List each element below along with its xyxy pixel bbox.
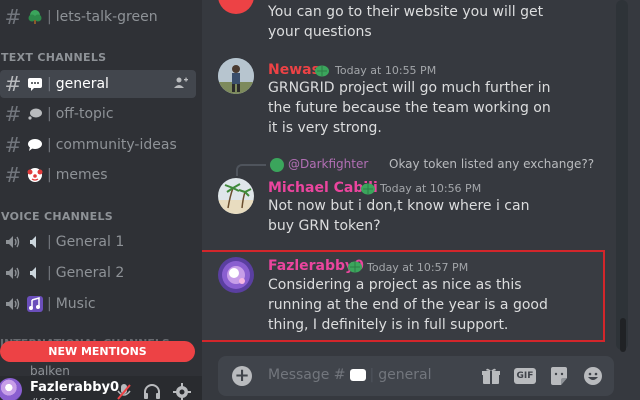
headphones-icon[interactable] (142, 382, 162, 400)
message-author[interactable]: Newas (268, 62, 320, 78)
voice-channel-music[interactable]: | Music (0, 290, 196, 318)
message-content: Considering a project as nice as this ru… (268, 277, 548, 333)
channel-lets-talk-green[interactable]: # | lets-talk-green (0, 3, 196, 31)
channel-label: Music (55, 296, 96, 312)
add-member-icon[interactable] (174, 77, 188, 92)
emoji-icon[interactable] (582, 366, 604, 386)
music-notes-icon (26, 295, 44, 313)
hash-icon: # (4, 163, 22, 187)
new-mentions-button[interactable]: NEW MENTIONS (0, 341, 195, 362)
speaker-muted-icon (26, 233, 44, 251)
message-input[interactable]: Message # | general (268, 367, 431, 383)
attach-plus-icon[interactable]: + (232, 366, 252, 386)
channel-label: general (55, 76, 109, 92)
speech-bubble-icon (26, 75, 44, 93)
speaker-icon (0, 297, 26, 311)
reply-mention[interactable]: @Darkfighter (288, 157, 368, 171)
message-avatar[interactable] (218, 257, 254, 293)
channel-label: General 1 (55, 234, 125, 250)
channel-general[interactable]: # | general (0, 70, 196, 98)
chat-scrollbar-track[interactable] (616, 0, 628, 350)
discord-logo-icon (270, 158, 284, 172)
message-content: You can go to their website you will get… (268, 4, 544, 40)
channel-label: lets-talk-green (55, 9, 158, 25)
gif-button[interactable]: GIF (514, 366, 536, 386)
speaker-icon (0, 235, 26, 249)
hash-icon: # (4, 133, 22, 157)
voice-channel-general-1[interactable]: | General 1 (0, 228, 196, 256)
tree-icon (26, 8, 44, 26)
hash-icon: # (4, 102, 22, 126)
user-tag: #8495 (30, 396, 67, 400)
sticker-icon[interactable] (548, 366, 570, 386)
turtle-badge-icon (347, 258, 363, 273)
thought-bubble-icon (26, 105, 44, 123)
voice-channel-general-2[interactable]: | General 2 (0, 259, 196, 287)
message-content: Not now but i don,t know where i can buy… (268, 198, 530, 234)
speech-bubble-icon (26, 136, 44, 154)
channel-label: memes (55, 167, 108, 183)
message-timestamp: Today at 10:57 PM (367, 261, 469, 274)
turtle-badge-icon (314, 62, 330, 77)
gear-icon[interactable] (172, 382, 192, 400)
channel-memes[interactable]: # | memes (0, 161, 196, 189)
clown-face-icon (26, 166, 44, 184)
channel-sidebar: # | lets-talk-green TEXT CHANNELS # | ge… (0, 0, 202, 400)
reply-preview[interactable]: Okay token listed any exchange?? (389, 157, 594, 171)
username[interactable]: Fazlerabby0 (30, 380, 119, 395)
placeholder-channel: general (378, 367, 432, 383)
message-avatar[interactable] (218, 0, 254, 14)
hash-icon: # (4, 72, 22, 96)
chat-pane: You can go to their website you will get… (202, 0, 626, 400)
user-avatar[interactable] (0, 378, 22, 400)
channel-label: off-topic (55, 106, 114, 122)
speaker-icon (0, 266, 26, 280)
channel-community-ideas[interactable]: # | community-ideas (0, 131, 196, 159)
chat-scrollbar-thumb[interactable] (620, 318, 626, 352)
channel-label: community-ideas (55, 137, 177, 153)
message-content: GRNGRID project will go much further in … (268, 80, 551, 136)
reply-connector (236, 164, 266, 176)
discord-app: # | lets-talk-green TEXT CHANNELS # | ge… (0, 0, 640, 400)
gif-label: GIF (514, 368, 536, 384)
user-panel: Fazlerabby0 #8495 (0, 376, 202, 400)
mute-microphone-icon[interactable] (114, 382, 134, 400)
hash-icon: # (4, 5, 22, 29)
channel-label: General 2 (55, 265, 125, 281)
message-avatar[interactable] (218, 58, 254, 94)
placeholder-prefix: Message # (268, 367, 346, 383)
channel-off-topic[interactable]: # | off-topic (0, 100, 196, 128)
voice-channels-header[interactable]: VOICE CHANNELS (1, 210, 113, 223)
window-edge (628, 0, 640, 400)
message-timestamp: Today at 10:55 PM (335, 64, 437, 77)
text-channels-header[interactable]: TEXT CHANNELS (1, 51, 106, 64)
gift-icon[interactable] (480, 366, 502, 386)
message-timestamp: Today at 10:56 PM (380, 182, 482, 195)
speech-bubble-icon (349, 369, 366, 381)
message-composer[interactable]: + Message # | general GIF (218, 356, 614, 396)
turtle-badge-icon (360, 180, 376, 195)
speaker-muted-icon (26, 264, 44, 282)
message-avatar[interactable] (218, 178, 254, 214)
